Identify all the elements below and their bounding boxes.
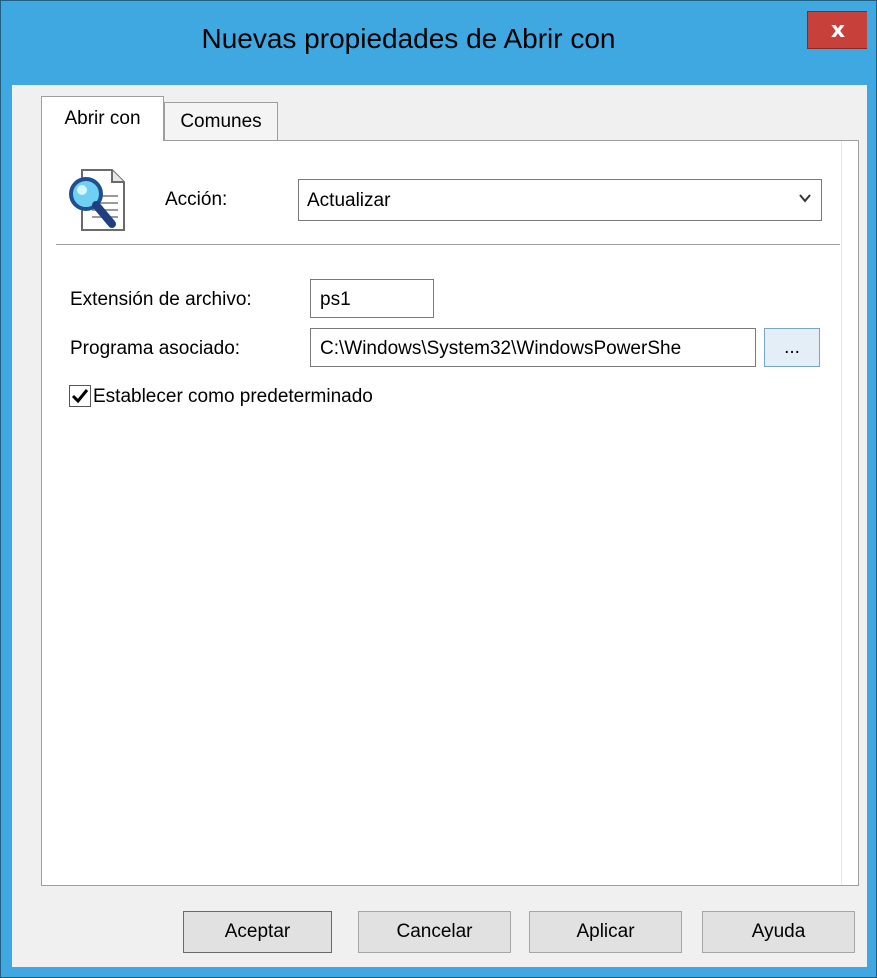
default-checkbox-label[interactable]: Establecer como predeterminado: [93, 386, 373, 408]
cancel-button[interactable]: Cancelar: [358, 911, 511, 953]
window-frame-left: [1, 1, 12, 977]
program-value: C:\Windows\System32\WindowsPowerShe: [320, 338, 682, 359]
window-title: Nuevas propiedades de Abrir con: [201, 23, 616, 54]
window-frame-bottom: [1, 967, 876, 977]
tab-panel-abrir-con: [41, 140, 859, 886]
ok-button[interactable]: Aceptar: [183, 911, 332, 953]
separator-line: [56, 244, 840, 245]
window-frame-right: [867, 1, 876, 977]
title-bar[interactable]: Nuevas propiedades de Abrir con x: [1, 1, 876, 85]
tab-comunes[interactable]: Comunes: [164, 102, 278, 140]
extension-field[interactable]: ps1: [310, 279, 434, 318]
help-button[interactable]: Ayuda: [702, 911, 855, 953]
apply-button[interactable]: Aplicar: [529, 911, 682, 953]
extension-label: Extensión de archivo:: [70, 289, 252, 310]
chevron-down-icon: [799, 194, 811, 203]
extension-value: ps1: [320, 289, 351, 310]
default-checkbox[interactable]: [69, 385, 91, 407]
panel-edge: [841, 141, 842, 885]
action-label: Acción:: [165, 189, 228, 210]
tab-abrir-con[interactable]: Abrir con: [41, 96, 164, 141]
browse-button[interactable]: ...: [764, 328, 820, 367]
program-field[interactable]: C:\Windows\System32\WindowsPowerShe: [310, 328, 756, 367]
close-icon: x: [830, 17, 846, 43]
document-magnifier-icon: [69, 169, 125, 231]
close-button[interactable]: x: [807, 11, 869, 49]
action-value: Actualizar: [307, 190, 391, 211]
checkmark-icon: [71, 389, 89, 404]
action-dropdown[interactable]: Actualizar: [298, 179, 822, 221]
dialog-window: Nuevas propiedades de Abrir con x Abrir …: [0, 0, 877, 978]
program-label: Programa asociado:: [70, 338, 241, 359]
